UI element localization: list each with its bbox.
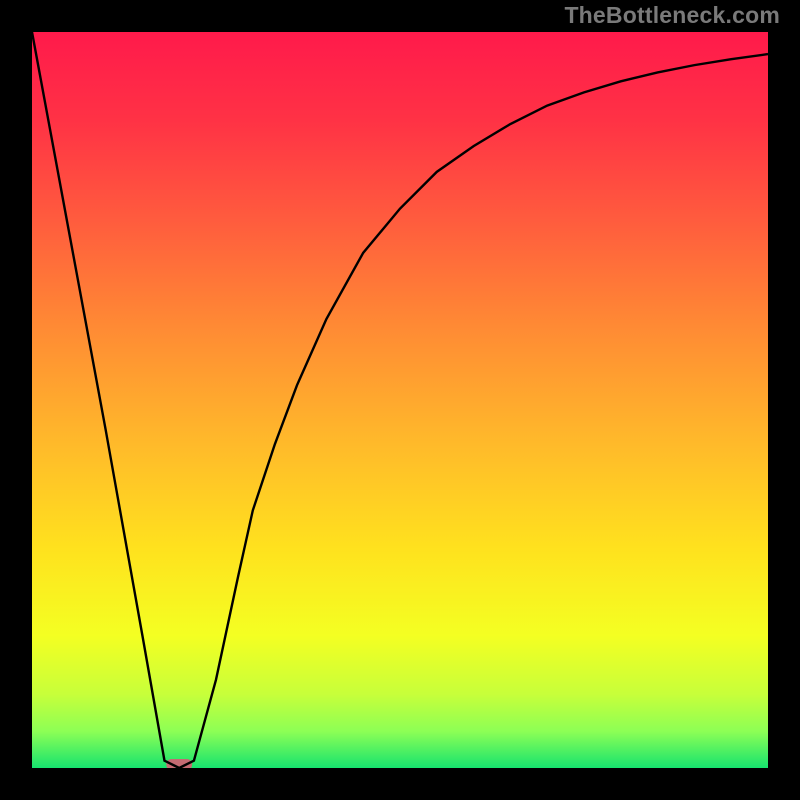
chart-container: TheBottleneck.com [0, 0, 800, 800]
bottleneck-chart [0, 0, 800, 800]
watermark-text: TheBottleneck.com [564, 2, 780, 29]
plot-background [32, 32, 768, 768]
